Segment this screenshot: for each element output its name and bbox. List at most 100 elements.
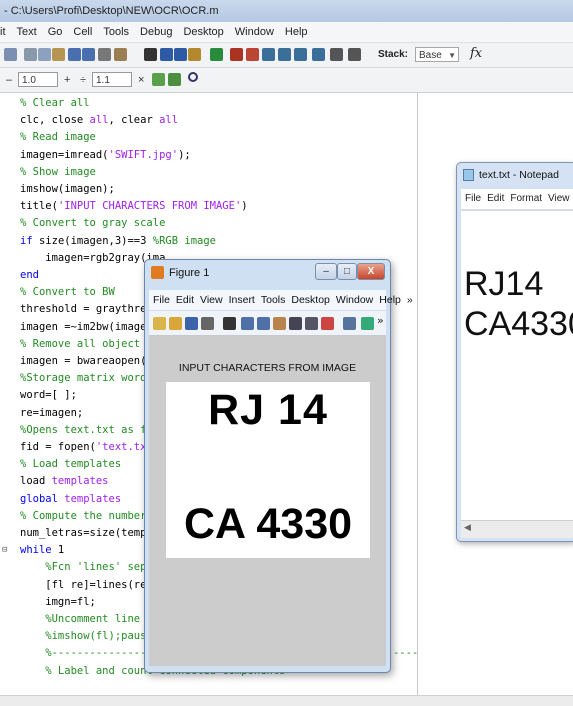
- code-line-text: % Show image: [20, 164, 96, 180]
- figure-menu-item-4[interactable]: Tools: [261, 294, 286, 306]
- figure-menu-item-6[interactable]: Window: [336, 294, 373, 306]
- open-file-icon[interactable]: [169, 317, 182, 330]
- close-button[interactable]: X: [357, 263, 385, 280]
- rotate-icon[interactable]: [289, 317, 302, 330]
- chevron-down-icon: ▼: [448, 51, 456, 60]
- redo-icon[interactable]: [82, 48, 95, 61]
- pan-icon[interactable]: [273, 317, 286, 330]
- figure-menu-item-7[interactable]: Help: [379, 294, 401, 306]
- code-token: );: [178, 148, 191, 161]
- step-out-icon[interactable]: [294, 48, 307, 61]
- code-token: re=imagen;: [20, 406, 84, 419]
- notepad-menu-item-1[interactable]: Edit: [487, 193, 504, 204]
- stack-select[interactable]: Base ▼: [415, 47, 459, 62]
- menu-item-go[interactable]: Go: [48, 26, 63, 38]
- figure-title-bar[interactable]: Figure 1 – □ X: [145, 260, 390, 286]
- function-icon[interactable]: [188, 48, 201, 61]
- zoom-out-icon[interactable]: [257, 317, 270, 330]
- notepad-window[interactable]: text.txt - Notepad FileEditFormatViewH R…: [456, 162, 573, 542]
- more-tools-icon[interactable]: »: [377, 314, 384, 327]
- window-title: - C:\Users\Profi\Desktop\NEW\OCR\OCR.m: [4, 5, 219, 17]
- notepad-menu-item-0[interactable]: File: [465, 193, 481, 204]
- brush-icon[interactable]: [321, 317, 334, 330]
- magnifier-icon[interactable]: [188, 72, 198, 82]
- debug-run-icon[interactable]: [210, 48, 223, 61]
- figure-menu-item-2[interactable]: View: [200, 294, 223, 306]
- colorbar-icon[interactable]: [361, 317, 374, 330]
- code-token: word=[ ];: [20, 389, 77, 402]
- undo-icon[interactable]: [68, 48, 81, 61]
- matlab-figure-icon: [151, 266, 164, 279]
- link-icon[interactable]: [343, 317, 356, 330]
- divide-button[interactable]: ÷: [80, 72, 86, 88]
- dock-icon[interactable]: [348, 48, 361, 61]
- notepad-menu-item-3[interactable]: View: [548, 193, 570, 204]
- file-browser-icon[interactable]: [114, 48, 127, 61]
- menu-item-debug[interactable]: Debug: [140, 26, 172, 38]
- continue-icon[interactable]: [312, 48, 325, 61]
- multiply-button[interactable]: ×: [138, 72, 144, 88]
- menu-item-window[interactable]: Window: [235, 26, 274, 38]
- menu-item-it[interactable]: it: [0, 26, 6, 38]
- zoom-in-icon[interactable]: [241, 317, 254, 330]
- step-icon[interactable]: [262, 48, 275, 61]
- code-token: 'INPUT CHARACTERS FROM IMAGE': [57, 200, 242, 213]
- data-cursor-icon[interactable]: [305, 317, 318, 330]
- increment-button[interactable]: +: [64, 72, 70, 88]
- menu-item-cell[interactable]: Cell: [73, 26, 92, 38]
- figure-window[interactable]: Figure 1 – □ X File Edit View Insert Tools De…: [144, 259, 413, 673]
- code-token: % Read image: [20, 131, 96, 144]
- minimize-button[interactable]: –: [315, 263, 337, 280]
- figure-menu-item-3[interactable]: Insert: [229, 294, 255, 306]
- code-token: all: [159, 114, 179, 127]
- cut-icon[interactable]: [24, 48, 37, 61]
- code-line-text: imgn=fl;: [20, 594, 96, 610]
- code-line-text: imagen=imread('SWIFT.jpg');: [20, 147, 191, 163]
- paste-icon[interactable]: [52, 48, 65, 61]
- save-icon[interactable]: [185, 317, 198, 330]
- select-icon[interactable]: [223, 317, 236, 330]
- plate-image: RJ 14 CA 4330: [166, 382, 370, 558]
- figure-menu-item-5[interactable]: Desktop: [291, 294, 330, 306]
- figure-menu-item-1[interactable]: Edit: [176, 294, 194, 306]
- notepad-menu-item-2[interactable]: Format: [510, 193, 542, 204]
- step-in-icon[interactable]: [278, 48, 291, 61]
- maximize-button[interactable]: □: [337, 263, 357, 280]
- scroll-left-icon[interactable]: ◀: [464, 523, 471, 533]
- find-icon[interactable]: [144, 48, 157, 61]
- menu-item-tools[interactable]: Tools: [103, 26, 129, 38]
- notepad-title-bar[interactable]: text.txt - Notepad: [457, 163, 573, 187]
- notepad-text-area[interactable]: RJ14 CA4330: [461, 210, 573, 521]
- code-line-text: while 1: [20, 542, 64, 558]
- figure-menu-bar: File Edit View Insert Tools Desktop Window Help…: [149, 290, 413, 310]
- menu-item-desktop[interactable]: Desktop: [183, 26, 223, 38]
- cell-value-field-1[interactable]: 1.0: [18, 72, 58, 87]
- print-icon[interactable]: [98, 48, 111, 61]
- decrement-button[interactable]: –: [6, 72, 12, 88]
- code-token: ): [241, 200, 248, 213]
- code-token: global: [20, 492, 58, 505]
- fx-icon[interactable]: fx: [470, 46, 482, 61]
- figure-menu-item-0[interactable]: File: [153, 294, 170, 306]
- copy-icon[interactable]: [38, 48, 51, 61]
- code-token: imgn=fl;: [20, 595, 96, 608]
- breakpoint-set-icon[interactable]: [230, 48, 243, 61]
- new-file-icon[interactable]: [4, 48, 17, 61]
- fold-toggle-icon[interactable]: ⊟: [2, 546, 10, 555]
- horizontal-scrollbar[interactable]: ◀: [461, 520, 573, 538]
- back-icon[interactable]: [160, 48, 173, 61]
- forward-icon[interactable]: [174, 48, 187, 61]
- code-token: imagen=imread(: [20, 148, 109, 161]
- breakpoint-clear-icon[interactable]: [246, 48, 259, 61]
- code-token: clc, close: [20, 114, 90, 127]
- cell-value-field-2[interactable]: 1.1: [92, 72, 132, 87]
- print-icon[interactable]: [201, 317, 214, 330]
- eval-advance-icon[interactable]: [168, 73, 181, 86]
- new-figure-icon[interactable]: [153, 317, 166, 330]
- menu-item-help[interactable]: Help: [285, 26, 308, 38]
- exit-debug-icon[interactable]: [330, 48, 343, 61]
- code-line-text: word=[ ];: [20, 387, 77, 403]
- eval-cell-icon[interactable]: [152, 73, 165, 86]
- figure-menu-item-8[interactable]: »: [407, 294, 413, 306]
- menu-item-text[interactable]: Text: [17, 26, 37, 38]
